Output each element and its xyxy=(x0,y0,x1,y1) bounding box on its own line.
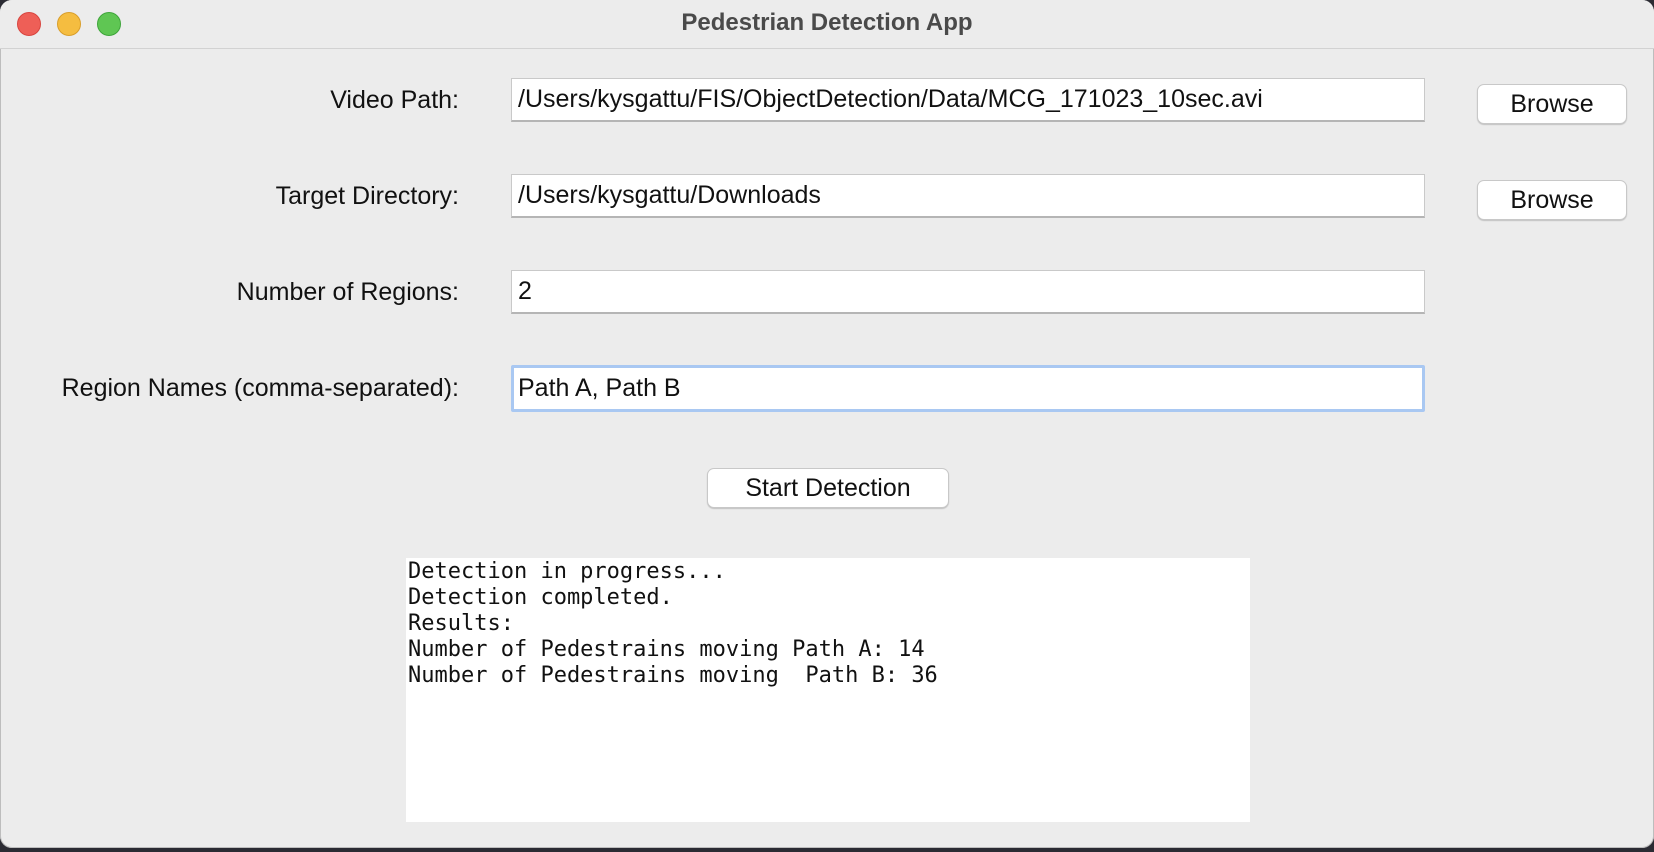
start-detection-button[interactable]: Start Detection xyxy=(707,468,949,508)
target-directory-input[interactable] xyxy=(511,174,1425,218)
target-directory-browse-button[interactable]: Browse xyxy=(1477,180,1627,220)
results-output[interactable]: Detection in progress... Detection compl… xyxy=(406,558,1250,822)
output-line: Results: xyxy=(408,611,514,636)
output-line: Detection completed. xyxy=(408,585,673,610)
video-path-input[interactable] xyxy=(511,78,1425,122)
number-of-regions-input[interactable] xyxy=(511,270,1425,314)
video-path-label: Video Path: xyxy=(330,86,459,114)
number-of-regions-label: Number of Regions: xyxy=(236,278,459,306)
output-line: Detection in progress... xyxy=(408,559,726,584)
title-bar[interactable]: Pedestrian Detection App xyxy=(0,0,1654,49)
video-path-browse-button[interactable]: Browse xyxy=(1477,84,1627,124)
region-names-label: Region Names (comma-separated): xyxy=(61,374,459,402)
output-line: Number of Pedestrains moving Path B: 36 xyxy=(408,663,938,688)
target-directory-label: Target Directory: xyxy=(275,182,459,210)
window-title: Pedestrian Detection App xyxy=(681,9,973,36)
app-window: Pedestrian Detection App Video Path: Bro… xyxy=(0,0,1654,848)
output-line: Number of Pedestrains moving Path A: 14 xyxy=(408,637,925,662)
region-names-input[interactable] xyxy=(511,365,1425,412)
